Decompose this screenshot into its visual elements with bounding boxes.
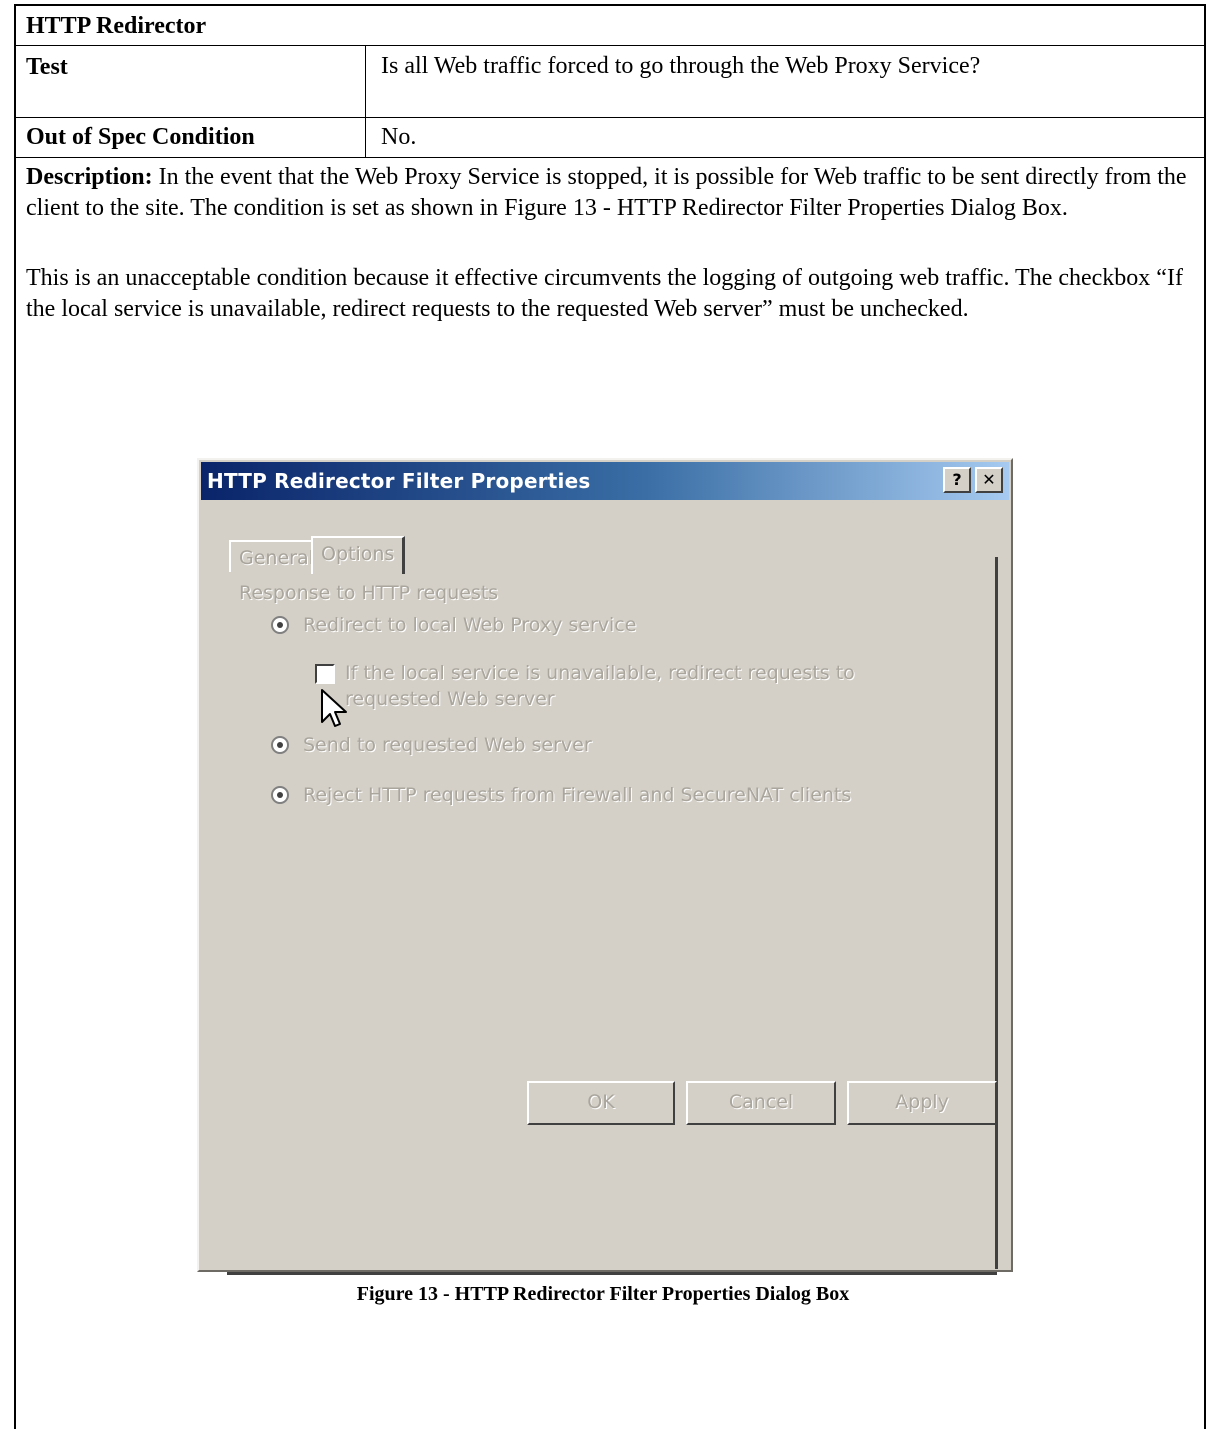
- radio-send-requested[interactable]: [271, 736, 289, 754]
- out-of-spec-label: Out of Spec Condition: [26, 124, 255, 150]
- radio-redirect-local-label: Redirect to local Web Proxy service: [303, 614, 637, 636]
- dialog-titlebar: HTTP Redirector Filter Properties ? ✕: [201, 462, 1009, 500]
- apply-button[interactable]: Apply: [847, 1081, 997, 1125]
- radio-send-requested-label: Send to requested Web server: [303, 734, 592, 756]
- description-text: In the event that the Web Proxy Service …: [26, 164, 1187, 221]
- help-button[interactable]: ?: [943, 467, 971, 493]
- fallback-checkbox-label-2: requested Web server: [345, 688, 555, 710]
- redirector-dialog: HTTP Redirector Filter Properties ? ✕ Ge…: [197, 458, 1013, 1275]
- group-label: Response to HTTP requests: [239, 582, 499, 604]
- out-of-spec-label-cell: Out of Spec Condition: [16, 118, 366, 157]
- tab-panel-right-edge: [995, 557, 998, 1269]
- tab-panel-bottom-edge: [227, 1272, 997, 1275]
- tab-general[interactable]: General: [229, 540, 324, 572]
- test-label: Test: [26, 54, 68, 80]
- table-title: HTTP Redirector: [26, 13, 207, 39]
- ok-button[interactable]: OK: [527, 1081, 675, 1125]
- close-icon: ✕: [982, 470, 996, 489]
- out-of-spec-row: Out of Spec Condition No.: [16, 118, 1204, 158]
- fallback-checkbox-label-1: If the local service is unavailable, red…: [345, 662, 855, 684]
- radio-reject-label: Reject HTTP requests from Firewall and S…: [303, 784, 852, 806]
- radio-reject[interactable]: [271, 786, 289, 804]
- cancel-button[interactable]: Cancel: [686, 1081, 836, 1125]
- table-title-row: HTTP Redirector: [16, 6, 1204, 46]
- help-icon: ?: [952, 470, 962, 489]
- close-button[interactable]: ✕: [975, 467, 1003, 493]
- mouse-pointer-icon: [321, 689, 347, 727]
- description-label: Description:: [26, 164, 153, 190]
- figure-caption: Figure 13 - HTTP Redirector Filter Prope…: [356, 1283, 850, 1305]
- radio-redirect-local[interactable]: [271, 616, 289, 634]
- test-value: Is all Web traffic forced to go through …: [381, 53, 981, 79]
- description-paragraph: Description: In the event that the Web P…: [26, 162, 1198, 224]
- dialog-title: HTTP Redirector Filter Properties: [207, 469, 591, 493]
- tab-options[interactable]: Options: [311, 536, 406, 574]
- test-row: Test Is all Web traffic forced to go thr…: [16, 46, 1204, 118]
- description-paragraph-2: This is an unacceptable condition becaus…: [26, 265, 1183, 322]
- fallback-checkbox[interactable]: [315, 664, 335, 684]
- out-of-spec-value: No.: [381, 124, 417, 150]
- test-label-cell: Test: [16, 46, 366, 117]
